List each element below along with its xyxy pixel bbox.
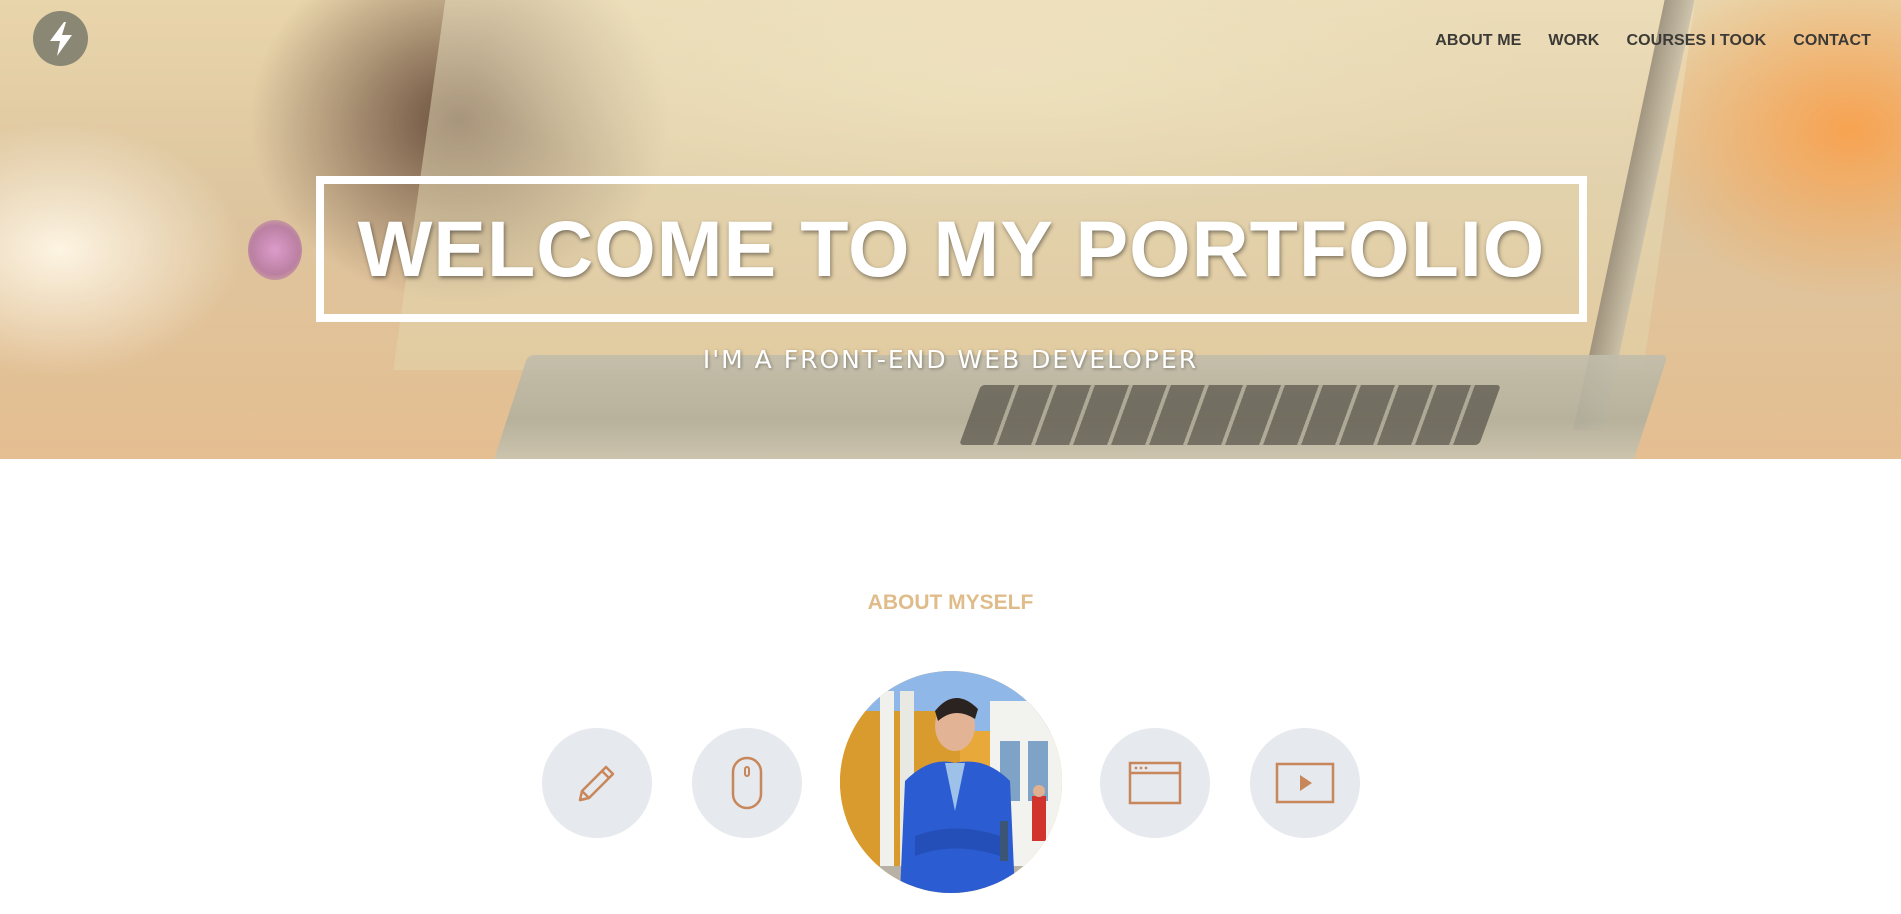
- skill-circle-web: [1100, 728, 1210, 838]
- pencil-icon: [578, 765, 615, 802]
- hero-title: WELCOME TO MY PORTFOLIO: [357, 204, 1546, 293]
- about-section-title: ABOUT MYSELF: [867, 591, 1034, 614]
- mouse-icon: [731, 756, 763, 810]
- hero-banner: WELCOME TO MY PORTFOLIO I'M A FRONT-END …: [0, 0, 1901, 459]
- play-video-icon: [1275, 762, 1335, 804]
- nav-link-contact[interactable]: CONTACT: [1793, 32, 1871, 50]
- skill-circle-ux: [692, 728, 802, 838]
- main-nav: ABOUT ME WORK COURSES I TOOK CONTACT: [1408, 32, 1871, 50]
- nav-link-about-me[interactable]: ABOUT ME: [1435, 32, 1521, 50]
- hero-title-box: WELCOME TO MY PORTFOLIO: [316, 176, 1587, 322]
- lightning-bolt-icon: [49, 21, 72, 56]
- logo[interactable]: [33, 11, 88, 66]
- nav-link-courses[interactable]: COURSES I TOOK: [1626, 32, 1766, 50]
- nav-link-work[interactable]: WORK: [1548, 32, 1599, 50]
- skill-circle-media: [1250, 728, 1360, 838]
- skill-circle-design: [542, 728, 652, 838]
- hero-subtitle: I'M A FRONT-END WEB DEVELOPER: [702, 345, 1199, 374]
- profile-photo: [840, 671, 1062, 893]
- browser-window-icon: [1128, 761, 1182, 805]
